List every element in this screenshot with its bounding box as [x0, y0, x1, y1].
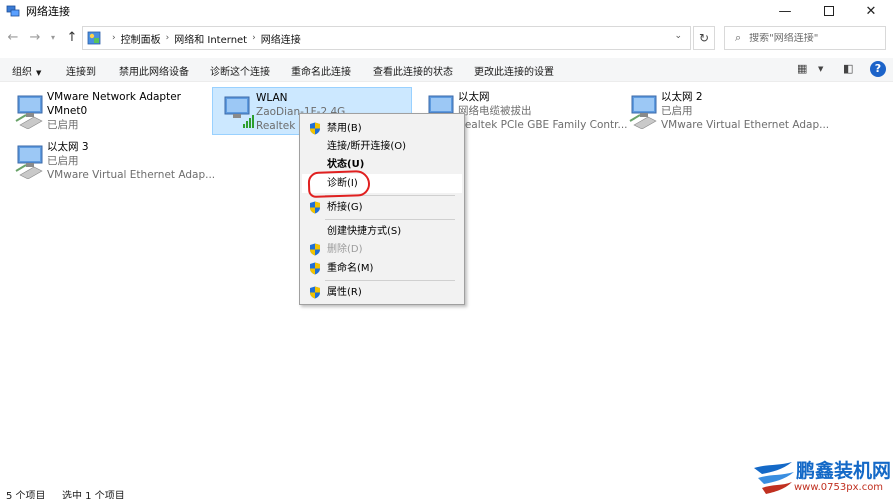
menu-item-connect-disconnect[interactable]: 连接/断开连接(O) [302, 137, 462, 156]
menu-separator [325, 280, 455, 281]
ethernet-adapter-icon [15, 145, 43, 179]
selected-count: 选中 1 个项目 [62, 491, 125, 499]
ethernet-adapter-icon [15, 95, 43, 129]
connection-name: 以太网 3 [47, 141, 89, 153]
search-input[interactable] [749, 32, 870, 44]
network-connections-icon [6, 5, 20, 17]
connect-to-button[interactable]: 连接到 [66, 63, 96, 78]
connection-item-ethernet-3[interactable]: 以太网 3 已启用 VMware Virtual Ethernet Adap..… [4, 137, 215, 185]
connection-device: VMware Virtual Ethernet Adap... [661, 119, 830, 131]
breadcrumb-network-connections[interactable]: 网络连接 [261, 31, 301, 46]
view-options-chevron-icon[interactable]: ▼ [818, 65, 823, 73]
menu-item-delete: 删除(D) [302, 240, 462, 259]
diagnose-connection-button[interactable]: 诊断这个连接 [210, 63, 270, 78]
watermark-brand: 鹏鑫装机网 [796, 460, 892, 482]
watermark-logo-icon [754, 462, 794, 494]
connection-item-ethernet-2[interactable]: 以太网 2 已启用 VMware Virtual Ethernet Adap..… [618, 87, 829, 135]
menu-separator [325, 219, 455, 220]
change-settings-button[interactable]: 更改此连接的设置 [474, 63, 554, 78]
search-icon: ⌕ [735, 31, 742, 44]
view-status-button[interactable]: 查看此连接的状态 [373, 63, 453, 78]
refresh-icon: ↻ [698, 31, 710, 45]
rename-connection-button[interactable]: 重命名此连接 [291, 63, 351, 78]
ethernet-adapter-icon [629, 95, 657, 129]
connection-name: VMware Network Adapter [47, 91, 181, 103]
menu-item-rename[interactable]: 重命名(M) [302, 259, 462, 278]
close-button[interactable]: ✕ [849, 0, 893, 22]
close-icon: ✕ [865, 3, 877, 19]
connection-item-vmnet0[interactable]: VMware Network Adapter VMnet0 已启用 [4, 87, 204, 135]
uac-shield-icon [310, 262, 320, 275]
disable-device-button[interactable]: 禁用此网络设备 [119, 63, 189, 78]
up-button[interactable]: ↑ [64, 30, 80, 46]
forward-button[interactable]: → [27, 30, 43, 46]
recent-locations-chevron-icon[interactable]: ▾ [45, 30, 61, 46]
uac-shield-icon [310, 122, 320, 135]
address-bar[interactable]: › 控制面板 › 网络和 Internet › 网络连接 ⌄ [82, 26, 691, 50]
watermark: 鹏鑫装机网 www.0753px.com [752, 456, 893, 499]
uac-shield-icon [310, 286, 320, 299]
chevron-down-icon: ▼ [36, 69, 42, 77]
context-menu: 禁用(B) 连接/断开连接(O) 状态(U) 诊断(I) 桥接(G) 创建快捷方… [299, 113, 465, 305]
command-bar: 组织 ▼ 连接到 禁用此网络设备 诊断这个连接 重命名此连接 查看此连接的状态 更… [0, 58, 893, 82]
connection-name: 以太网 [458, 91, 490, 103]
help-icon[interactable]: ? [870, 61, 886, 77]
back-button[interactable]: ← [5, 30, 21, 46]
window-title: 网络连接 [26, 5, 70, 18]
maximize-button[interactable] [807, 0, 851, 22]
connection-device: VMnet0 [47, 105, 88, 117]
maximize-icon [824, 6, 834, 16]
minimize-button[interactable]: — [763, 0, 807, 22]
menu-item-bridge[interactable]: 桥接(G) [302, 198, 462, 217]
refresh-button[interactable]: ↻ [693, 26, 715, 50]
breadcrumb-separator-icon: › [252, 33, 256, 43]
wifi-adapter-icon [224, 96, 254, 128]
connection-name: WLAN [256, 92, 288, 104]
uac-shield-icon [310, 201, 320, 214]
watermark-url: www.0753px.com [794, 482, 884, 493]
breadcrumb-control-panel[interactable]: 控制面板 [121, 31, 161, 46]
address-dropdown-chevron-icon[interactable]: ⌄ [674, 31, 682, 41]
connection-status: 网络电缆被拔出 [458, 105, 532, 117]
preview-pane-icon[interactable]: ◧ [843, 62, 853, 75]
search-box[interactable]: ⌕ [724, 26, 886, 50]
menu-item-properties[interactable]: 属性(R) [302, 283, 462, 302]
connection-device: Realtek PCIe GBE Family Contr... [458, 119, 628, 131]
breadcrumb-network-internet[interactable]: 网络和 Internet [174, 31, 247, 46]
organize-menu-button[interactable]: 组织 ▼ [12, 63, 41, 78]
breadcrumb-separator-icon: › [165, 33, 170, 43]
address-row: ← → ▾ ↑ › 控制面板 › 网络和 Internet › 网络连接 ⌄ ↻… [0, 25, 893, 53]
annotation-circle [307, 169, 371, 199]
uac-shield-icon [310, 243, 320, 256]
menu-item-create-shortcut[interactable]: 创建快捷方式(S) [302, 222, 462, 241]
connection-device: VMware Virtual Ethernet Adap... [47, 169, 216, 181]
connection-status: 已启用 [47, 155, 79, 167]
connection-name: 以太网 2 [661, 91, 703, 103]
item-count: 5 个项目 [6, 491, 46, 499]
breadcrumb-separator-icon: › [112, 33, 116, 43]
title-bar: 网络连接 [0, 0, 893, 22]
connection-status: 已启用 [47, 119, 79, 131]
menu-item-disable[interactable]: 禁用(B) [302, 119, 462, 138]
change-view-icon[interactable]: ▦ [797, 62, 807, 75]
control-panel-icon [87, 31, 101, 45]
connection-status: 已启用 [661, 105, 693, 117]
minimize-icon: — [778, 3, 792, 19]
